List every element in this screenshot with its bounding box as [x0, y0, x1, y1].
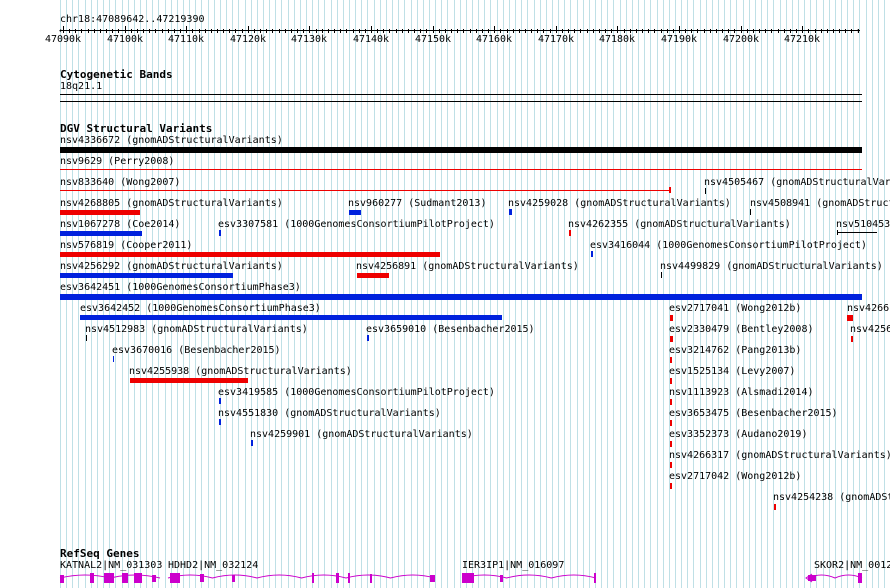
- gene-exon: [858, 573, 862, 583]
- gene-intron-line: [461, 574, 597, 579]
- genome-browser-panel[interactable]: chr18:47089642..47219390 ‹ › 47090k47100…: [0, 0, 890, 588]
- gene-intron-line: [167, 574, 436, 579]
- gene-exon: [122, 573, 128, 583]
- gene-exon: [90, 573, 94, 583]
- gene-exon: [500, 575, 503, 582]
- gene-exon: [60, 575, 64, 583]
- gene-exon: [312, 573, 314, 583]
- gene-exon: [336, 573, 339, 583]
- gene-exon: [594, 573, 596, 583]
- gene-exon: [170, 573, 180, 583]
- gene-exon: [462, 573, 474, 583]
- gene-intron-line: [807, 574, 863, 579]
- gene-exon: [430, 575, 435, 582]
- gene-exon: [152, 575, 156, 582]
- gene-exon: [200, 574, 204, 582]
- gene-exon: [104, 573, 114, 583]
- gene-exon: [370, 574, 372, 583]
- gene-exon: [348, 573, 350, 583]
- gene-exon: [232, 575, 235, 582]
- refseq-gene-models: [59, 573, 863, 583]
- gene-exon: [134, 573, 142, 583]
